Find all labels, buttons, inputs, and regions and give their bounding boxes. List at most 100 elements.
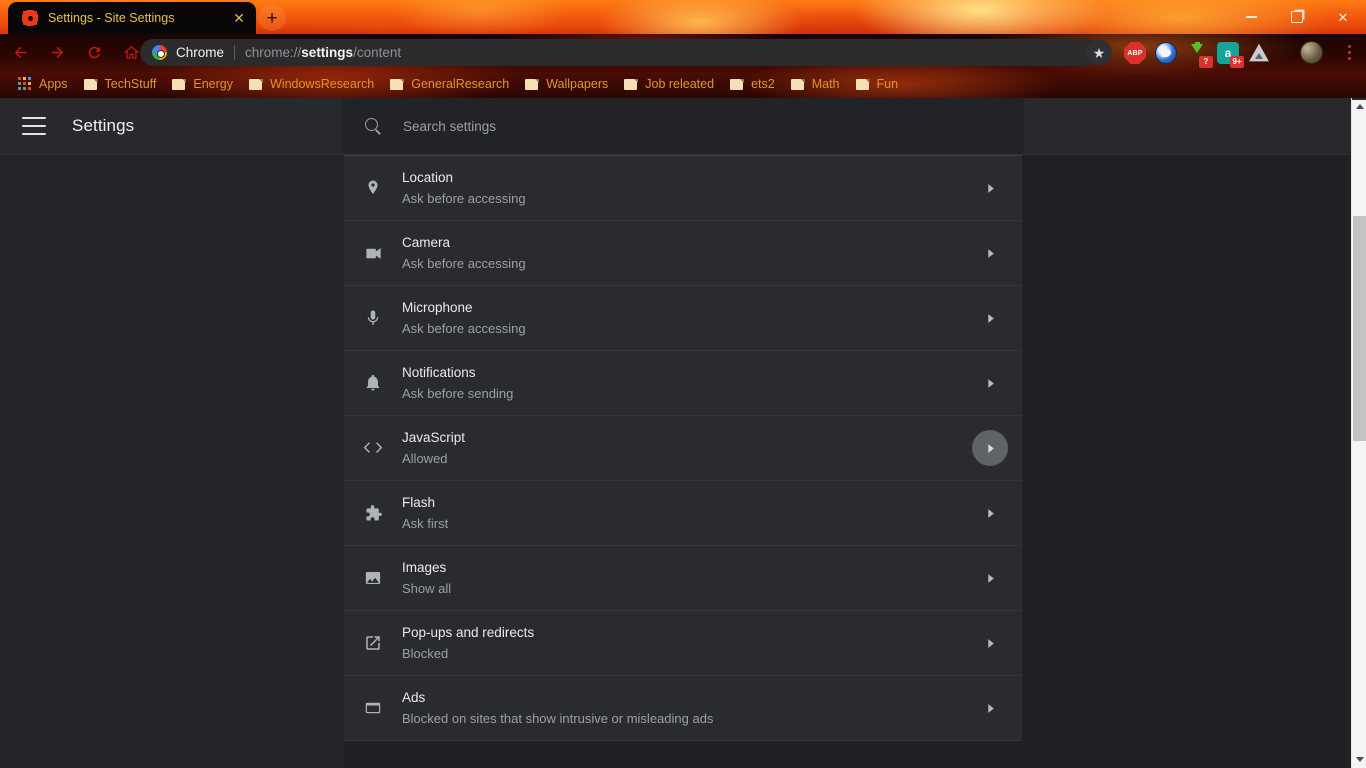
- chevron-right-icon[interactable]: [972, 495, 1008, 531]
- bookmark-generalresearch[interactable]: GeneralResearch: [382, 73, 517, 95]
- bookmark-techstuff[interactable]: TechStuff: [76, 73, 165, 95]
- bookmark-label: WindowsResearch: [270, 77, 375, 91]
- folder-icon: [525, 78, 539, 90]
- chevron-right-icon[interactable]: [972, 170, 1008, 206]
- hamburger-menu-icon[interactable]: [22, 117, 46, 135]
- puzzle-piece-icon: [344, 481, 402, 546]
- download-extension-icon[interactable]: ?: [1186, 42, 1213, 68]
- bird-extension-icon[interactable]: [1155, 42, 1177, 64]
- address-bar[interactable]: Chrome chrome://settings/content: [140, 39, 1100, 66]
- chevron-right-icon[interactable]: [972, 365, 1008, 401]
- ad-box-icon: [344, 676, 402, 741]
- setting-title: JavaScript: [402, 430, 466, 445]
- setting-title: Location: [402, 170, 454, 185]
- minimize-button[interactable]: [1228, 0, 1274, 34]
- setting-subtitle: Ask before accessing: [402, 191, 526, 206]
- setting-row-text: JavaScript Allowed: [402, 428, 972, 468]
- chevron-right-icon[interactable]: [972, 625, 1008, 661]
- chevron-right-icon[interactable]: [972, 235, 1008, 271]
- settings-gear-icon: [22, 10, 38, 26]
- bookmark-label: GeneralResearch: [411, 77, 510, 91]
- search-settings-field[interactable]: Search settings: [342, 98, 1024, 154]
- setting-title: Pop-ups and redirects: [402, 625, 535, 640]
- setting-subtitle: Blocked: [402, 646, 449, 661]
- scroll-up-button[interactable]: [1352, 98, 1366, 115]
- setting-subtitle: Blocked on sites that show intrusive or …: [402, 711, 714, 726]
- a-extension-icon[interactable]: a 9+: [1217, 42, 1244, 68]
- settings-header: Settings Search settings: [0, 98, 1366, 154]
- bookmark-label: Math: [811, 77, 840, 91]
- setting-subtitle: Allowed: [402, 451, 448, 466]
- folder-icon: [390, 78, 404, 90]
- restore-button[interactable]: [1274, 0, 1320, 34]
- settings-content: Location Ask before accessing Camera Ask…: [0, 155, 1351, 768]
- download-badge: ?: [1199, 56, 1213, 68]
- setting-title: Camera: [402, 235, 451, 250]
- setting-row-images[interactable]: Images Show all: [344, 546, 1022, 611]
- page-scrollbar[interactable]: [1351, 98, 1366, 768]
- setting-row-flash[interactable]: Flash Ask first: [344, 481, 1022, 546]
- back-icon[interactable]: [3, 35, 37, 69]
- folder-icon: [790, 78, 805, 90]
- setting-row-popups[interactable]: Pop-ups and redirects Blocked: [344, 611, 1022, 676]
- bookmark-ets2[interactable]: ets2: [722, 73, 783, 95]
- setting-row-notifications[interactable]: Notifications Ask before sending: [344, 351, 1022, 416]
- bookmark-job-releated[interactable]: Job releated: [616, 73, 722, 95]
- setting-row-javascript[interactable]: JavaScript Allowed: [344, 416, 1022, 481]
- folder-icon: [624, 78, 638, 90]
- omnibox-divider: [234, 45, 236, 60]
- folder-icon: [83, 78, 98, 90]
- chevron-right-icon[interactable]: [972, 560, 1008, 596]
- setting-subtitle: Ask first: [402, 516, 449, 531]
- setting-row-text: Notifications Ask before sending: [402, 363, 972, 403]
- folder-icon: [730, 78, 744, 90]
- omnibox-chrome-label: Chrome: [176, 45, 225, 60]
- bookmark-windowsresearch[interactable]: WindowsResearch: [241, 73, 382, 95]
- setting-row-text: Images Show all: [402, 558, 972, 598]
- bookmark-math[interactable]: Math: [783, 73, 848, 95]
- code-brackets-icon: [344, 416, 402, 481]
- setting-row-microphone[interactable]: Microphone Ask before accessing: [344, 286, 1022, 351]
- setting-row-text: Ads Blocked on sites that show intrusive…: [402, 688, 972, 728]
- omnibox-url[interactable]: chrome://settings/content: [245, 45, 401, 60]
- bookmark-fun[interactable]: Fun: [848, 73, 907, 95]
- bookmark-energy[interactable]: Energy: [164, 73, 241, 95]
- setting-title: Microphone: [402, 300, 473, 315]
- tab-settings-site-settings[interactable]: Settings - Site Settings ✕: [8, 2, 256, 34]
- adblock-plus-icon[interactable]: ABP: [1124, 42, 1146, 64]
- setting-row-camera[interactable]: Camera Ask before accessing: [344, 221, 1022, 286]
- setting-title: Notifications: [402, 365, 476, 380]
- bookmark-wallpapers[interactable]: Wallpapers: [517, 73, 616, 95]
- browser-toolbar: Chrome chrome://settings/content ★ ABP ?…: [0, 34, 1366, 70]
- chevron-right-icon[interactable]: [972, 690, 1008, 726]
- scroll-down-button[interactable]: [1352, 751, 1366, 768]
- chrome-menu-icon[interactable]: [1338, 40, 1360, 64]
- a-extension-badge: 9+: [1230, 56, 1244, 68]
- drive-extension-icon[interactable]: [1249, 43, 1269, 62]
- site-settings-card: Location Ask before accessing Camera Ask…: [344, 155, 1022, 741]
- setting-row-location[interactable]: Location Ask before accessing: [344, 156, 1022, 221]
- bookmark-star-icon[interactable]: ★: [1086, 40, 1112, 65]
- scrollbar-thumb[interactable]: [1353, 216, 1366, 441]
- reload-icon[interactable]: [77, 35, 111, 69]
- setting-subtitle: Ask before accessing: [402, 256, 526, 271]
- search-input[interactable]: Search settings: [403, 119, 496, 134]
- new-tab-button[interactable]: +: [258, 5, 286, 31]
- close-icon[interactable]: ✕: [230, 9, 248, 27]
- bookmark-apps[interactable]: Apps: [10, 73, 76, 95]
- bell-icon: [344, 351, 402, 416]
- bookmark-label: ets2: [751, 77, 775, 91]
- tab-title: Settings - Site Settings: [48, 11, 175, 25]
- chevron-right-icon[interactable]: [972, 300, 1008, 336]
- chevron-right-icon[interactable]: [972, 430, 1008, 466]
- setting-row-ads[interactable]: Ads Blocked on sites that show intrusive…: [344, 676, 1022, 741]
- close-window-button[interactable]: ✕: [1320, 0, 1366, 34]
- avatar[interactable]: [1300, 41, 1323, 64]
- apps-grid-icon: [18, 77, 32, 91]
- camera-icon: [344, 221, 402, 286]
- settings-page: Settings Search settings Location Ask be: [0, 98, 1366, 768]
- forward-icon[interactable]: [40, 35, 74, 69]
- external-link-icon: [344, 611, 402, 676]
- setting-title: Images: [402, 560, 447, 575]
- setting-title: Flash: [402, 495, 436, 510]
